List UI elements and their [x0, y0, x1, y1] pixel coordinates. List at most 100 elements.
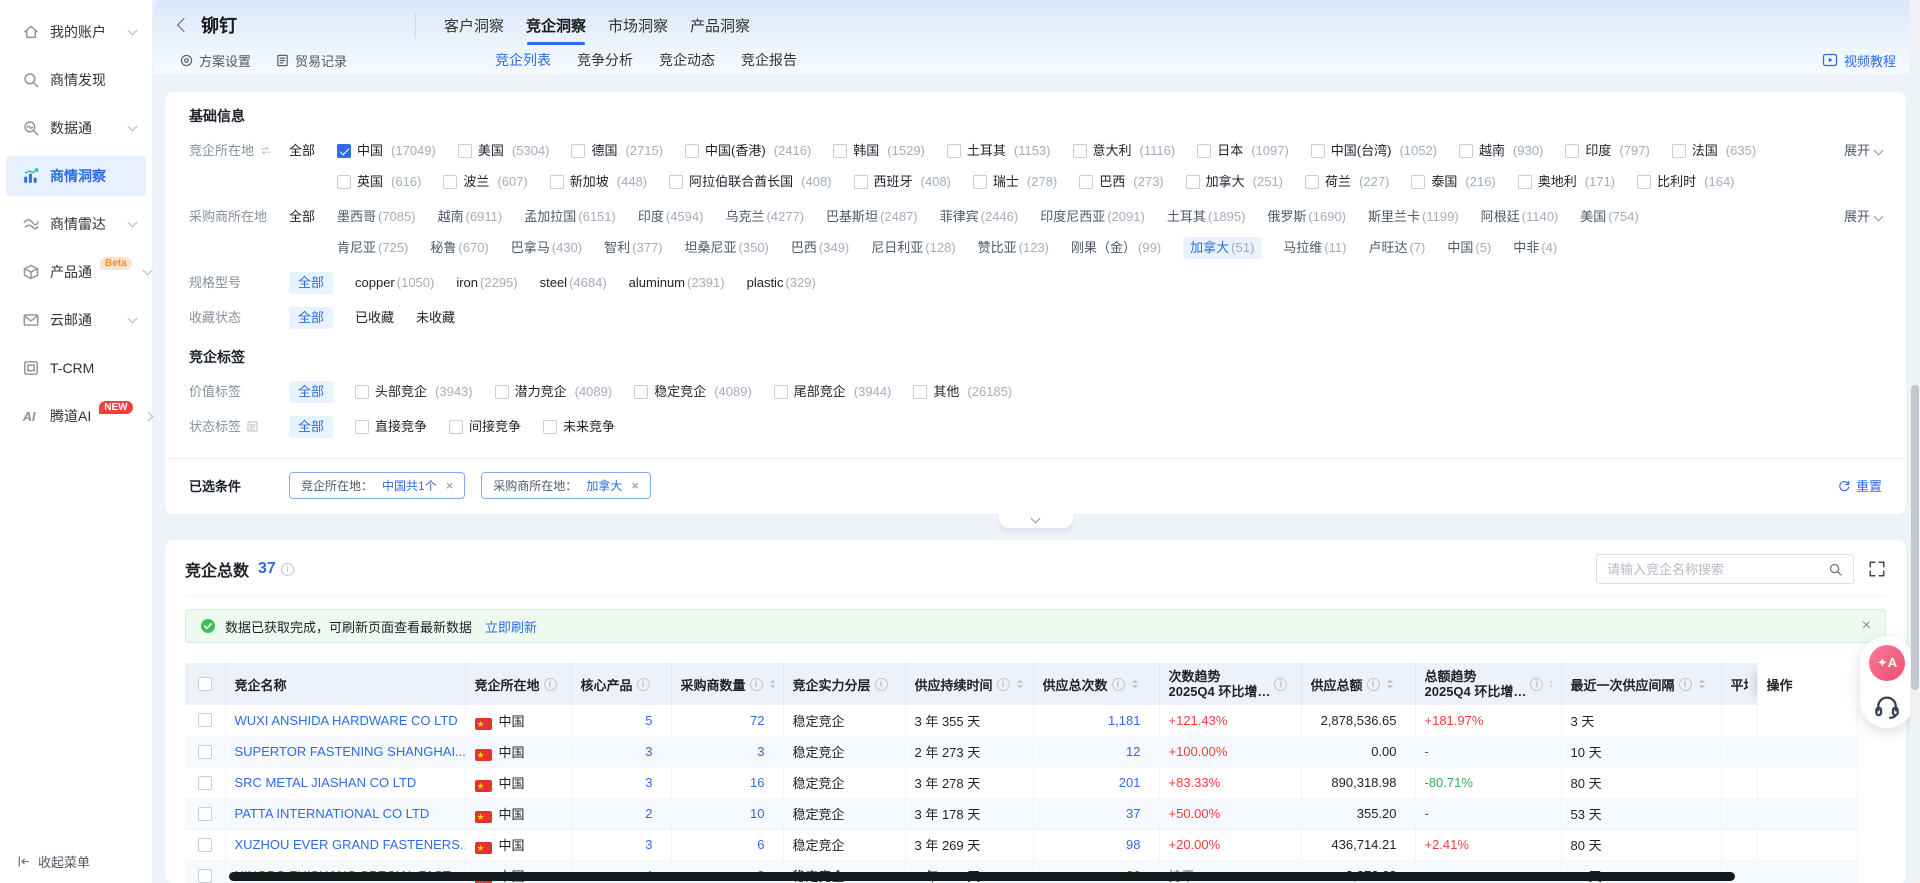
info-icon[interactable]: i [1112, 678, 1125, 691]
competitor-country-option[interactable]: 加拿大(251) [1186, 171, 1283, 193]
favorite-option[interactable]: 已收藏 [355, 307, 394, 329]
company-name-link[interactable]: WUXI ANSHIDA HARDWARE CO LTD [235, 713, 458, 728]
sidebar-item-tendata-ai[interactable]: AI腾道AINEW [6, 396, 146, 436]
refresh-now-link[interactable]: 立即刷新 [485, 617, 537, 636]
competitor-country-option[interactable]: 法国(635) [1672, 140, 1756, 162]
remove-tag-icon[interactable]: × [631, 478, 639, 493]
sidebar-item-product-link[interactable]: 产品通Beta [6, 252, 146, 292]
value-tag-all[interactable]: 全部 [289, 381, 333, 403]
buyer-country-option[interactable]: 越南(6911) [438, 206, 503, 228]
buyer-location-all[interactable]: 全部 [289, 206, 315, 259]
buyer-country-option[interactable]: 智利(377) [604, 237, 662, 259]
buyer-country-option[interactable]: 斯里兰卡(1199) [1368, 206, 1459, 228]
buyers-count[interactable]: 3 [757, 744, 764, 759]
competitor-country-option[interactable]: 越南(930) [1459, 140, 1543, 162]
buyer-country-option[interactable]: 秘鲁(670) [430, 237, 488, 259]
buyer-country-option[interactable]: 卢旺达(7) [1368, 237, 1425, 259]
info-icon[interactable]: i [875, 678, 888, 691]
sort-control[interactable] [1387, 679, 1393, 689]
checkbox[interactable] [1565, 144, 1579, 158]
buyer-country-option[interactable]: 刚果（金）(99) [1071, 237, 1161, 259]
video-tutorial-link[interactable]: 视频教程 [1822, 51, 1896, 70]
spec-option[interactable]: steel(4684) [540, 272, 607, 294]
competitor-country-option[interactable]: 印度(797) [1565, 140, 1649, 162]
buyer-country-option[interactable]: 坦桑尼亚(350) [685, 237, 769, 259]
sort-control[interactable] [1132, 679, 1138, 689]
spec-all[interactable]: 全部 [289, 272, 333, 294]
competitor-country-option[interactable]: 意大利(1116) [1073, 140, 1176, 162]
spec-option[interactable]: copper(1050) [355, 272, 434, 294]
sort-control[interactable] [1699, 679, 1705, 689]
spec-option[interactable]: aluminum(2391) [629, 272, 725, 294]
supply-times[interactable]: 37 [1126, 806, 1140, 821]
customer-service-icon[interactable] [1873, 691, 1901, 719]
status-tag-option[interactable]: 未来竞争 [543, 416, 615, 438]
supply-times[interactable]: 12 [1126, 744, 1140, 759]
status-tag-all[interactable]: 全部 [289, 416, 333, 438]
competitor-country-option[interactable]: 德国(2715) [571, 140, 663, 162]
subtab-dynamics[interactable]: 竞企动态 [655, 50, 719, 70]
checkbox[interactable] [1079, 175, 1093, 189]
checkbox[interactable] [1311, 144, 1325, 158]
sidebar-item-t-crm[interactable]: T-CRM [6, 348, 146, 388]
subtab-analysis[interactable]: 竞争分析 [573, 50, 637, 70]
favorite-option[interactable]: 未收藏 [416, 307, 455, 329]
company-name-link[interactable]: SRC METAL JIASHAN CO LTD [235, 775, 417, 790]
competitor-country-option[interactable]: 荷兰(227) [1305, 171, 1389, 193]
buyer-location-expand[interactable]: 展开 [1832, 206, 1882, 228]
row-checkbox[interactable] [198, 869, 212, 883]
spec-option[interactable]: plastic(329) [747, 272, 816, 294]
info-icon[interactable]: i [544, 678, 557, 691]
buyer-country-option[interactable]: 肯尼亚(725) [337, 237, 408, 259]
scrollbar-thumb[interactable] [1911, 385, 1919, 690]
checkbox[interactable] [355, 385, 369, 399]
competitor-country-option[interactable]: 中国(台湾)(1052) [1311, 140, 1437, 162]
filter-collapse-toggle[interactable] [999, 513, 1073, 528]
checkbox[interactable] [1305, 175, 1319, 189]
buyer-country-option[interactable]: 尼日利亚(128) [871, 237, 955, 259]
checkbox[interactable] [634, 385, 648, 399]
value-tag-option[interactable]: 稳定竞企(4089) [634, 381, 752, 403]
competitor-location-all[interactable]: 全部 [289, 140, 315, 193]
checkbox[interactable] [774, 385, 788, 399]
sidebar-item-cloud-mail[interactable]: 云邮通 [6, 300, 146, 340]
value-tag-option[interactable]: 潜力竞企(4089) [495, 381, 613, 403]
list-icon[interactable] [246, 420, 259, 433]
checkbox[interactable] [355, 420, 369, 434]
banner-close-icon[interactable]: × [1862, 617, 1871, 635]
reset-button[interactable]: 重置 [1837, 476, 1882, 495]
core-products-count[interactable]: 3 [645, 744, 652, 759]
info-icon[interactable]: i [1679, 678, 1692, 691]
spec-option[interactable]: iron(2295) [456, 272, 517, 294]
tab-product[interactable]: 产品洞察 [686, 15, 754, 36]
buyer-country-option[interactable]: 加拿大(51) [1183, 237, 1261, 259]
checkbox[interactable] [947, 144, 961, 158]
checkbox[interactable] [443, 175, 457, 189]
supply-times[interactable]: 98 [1126, 837, 1140, 852]
swap-icon[interactable] [259, 144, 272, 157]
fullscreen-icon[interactable] [1868, 560, 1886, 578]
status-tag-option[interactable]: 间接竞争 [449, 416, 521, 438]
buyer-country-option[interactable]: 巴拿马(430) [511, 237, 582, 259]
value-tag-option[interactable]: 其他(26185) [913, 381, 1012, 403]
company-name-link[interactable]: XUZHOU EVER GRAND FASTENERS... [235, 837, 466, 852]
core-products-count[interactable]: 3 [645, 837, 652, 852]
buyer-country-option[interactable]: 菲律宾(2446) [940, 206, 1019, 228]
back-icon[interactable] [177, 18, 191, 32]
status-tag-option[interactable]: 直接竞争 [355, 416, 427, 438]
sidebar-item-biz-discovery[interactable]: 商情发现 [6, 60, 146, 100]
checkbox[interactable] [669, 175, 683, 189]
checkbox[interactable] [913, 385, 927, 399]
buyer-country-option[interactable]: 土耳其(1895) [1167, 206, 1246, 228]
buyer-country-option[interactable]: 乌克兰(4277) [725, 206, 804, 228]
sidebar-item-my-account[interactable]: 我的账户 [6, 12, 146, 52]
core-products-count[interactable]: 3 [645, 775, 652, 790]
competitor-country-option[interactable]: 土耳其(1153) [947, 140, 1051, 162]
checkbox[interactable] [1197, 144, 1211, 158]
value-tag-option[interactable]: 尾部竞企(3944) [774, 381, 892, 403]
competitor-country-option[interactable]: 奥地利(171) [1518, 171, 1615, 193]
supply-times[interactable]: 1,181 [1108, 713, 1141, 728]
buyer-country-option[interactable]: 美国(754) [1580, 206, 1638, 228]
company-name-link[interactable]: PATTA INTERNATIONAL CO LTD [235, 806, 430, 821]
buyers-count[interactable]: 16 [750, 775, 764, 790]
